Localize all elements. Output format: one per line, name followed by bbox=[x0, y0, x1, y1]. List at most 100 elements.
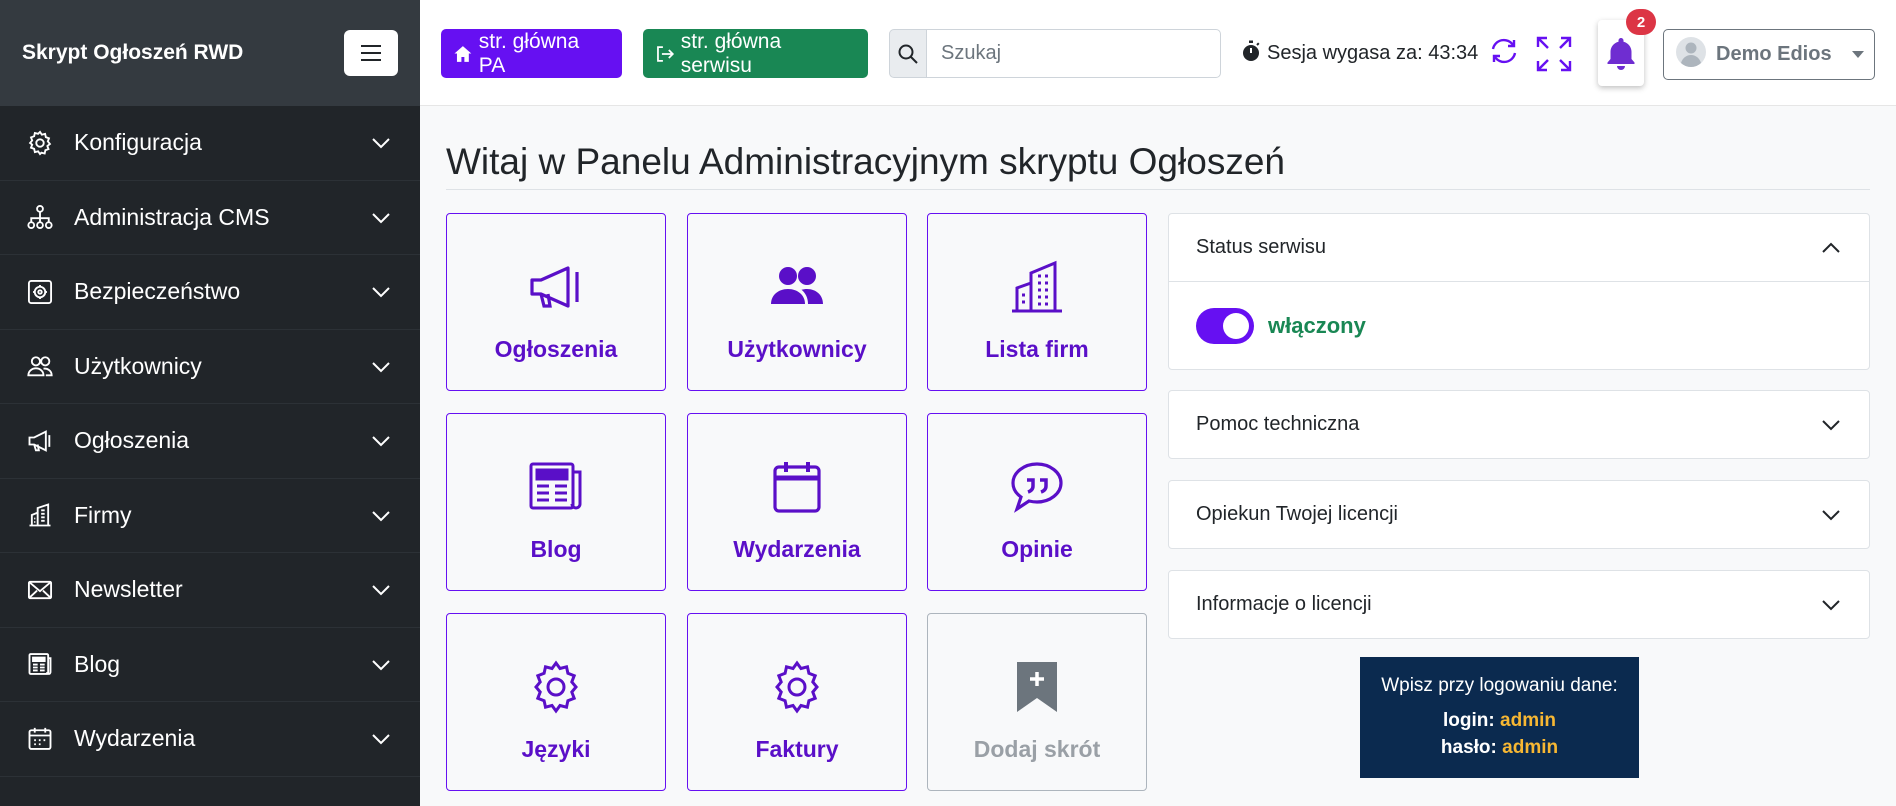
home-site-button[interactable]: str. główna serwisu bbox=[643, 29, 868, 78]
panel-title: Status serwisu bbox=[1196, 236, 1327, 258]
tile-label: Użytkownicy bbox=[727, 336, 867, 362]
hamburger-menu-button[interactable] bbox=[344, 30, 398, 76]
sidebar-item-newsletter[interactable]: Newsletter bbox=[0, 553, 420, 628]
panel-header[interactable]: Pomoc techniczna bbox=[1169, 391, 1869, 458]
home-site-label: str. główna serwisu bbox=[680, 29, 782, 77]
stopwatch-icon bbox=[1241, 40, 1261, 68]
newspaper-icon bbox=[528, 460, 584, 514]
shortcut-tile-opinie[interactable]: Opinie bbox=[927, 413, 1147, 591]
demo-login-info: Wpisz przy logowaniu dane: login: admin … bbox=[1360, 657, 1639, 778]
sidebar-item-blog[interactable]: Blog bbox=[0, 628, 420, 702]
buildings-icon bbox=[1009, 260, 1065, 314]
buildings-icon bbox=[26, 501, 54, 529]
shortcut-tile-ogloszenia[interactable]: Ogłoszenia bbox=[446, 213, 666, 391]
sidebar-item-ogloszenia[interactable]: Ogłoszenia bbox=[0, 404, 420, 479]
session-label: Sesja wygasa za: 43:34 bbox=[1267, 42, 1479, 64]
sidebar-item-label: Blog bbox=[74, 650, 121, 677]
envelope-icon bbox=[26, 576, 54, 604]
sidebar-item-bezpieczenstwo[interactable]: Bezpieczeństwo bbox=[0, 255, 420, 330]
user-dropdown[interactable]: Demo Edios bbox=[1663, 29, 1875, 80]
user-avatar-icon bbox=[1676, 36, 1706, 73]
sidebar-item-label: Ogłoszenia bbox=[74, 427, 190, 454]
panel-opiekun-licencji: Opiekun Twojej licencji bbox=[1168, 480, 1870, 549]
bell-icon bbox=[1607, 38, 1635, 70]
tile-label: Ogłoszenia bbox=[494, 336, 618, 362]
status-toggle[interactable] bbox=[1196, 307, 1254, 344]
sidebar-brand: Skrypt Ogłoszeń RWD bbox=[0, 0, 420, 106]
shortcut-tile-uzytkownicy[interactable]: Użytkownicy bbox=[687, 213, 907, 391]
shortcut-tile-lista-firm[interactable]: Lista firm bbox=[927, 213, 1147, 391]
safe-icon bbox=[26, 278, 54, 306]
panel-informacje-o-licencji: Informacje o licencji bbox=[1168, 570, 1870, 639]
home-pa-button[interactable]: str. główna PA bbox=[441, 29, 622, 78]
panel-header[interactable]: Opiekun Twojej licencji bbox=[1169, 481, 1869, 548]
users-icon bbox=[769, 260, 825, 314]
panel-header[interactable]: Status serwisu bbox=[1169, 214, 1869, 281]
chevron-up-icon bbox=[1822, 242, 1840, 253]
tile-label: Języki bbox=[521, 736, 591, 762]
gear-icon bbox=[769, 660, 825, 714]
megaphone-icon bbox=[26, 427, 54, 455]
sidebar-item-wydarzenia[interactable]: Wydarzenia bbox=[0, 702, 420, 777]
sidebar-item-konfiguracja[interactable]: Konfiguracja bbox=[0, 106, 420, 181]
tile-label: Opinie bbox=[1001, 536, 1073, 562]
login-hint: Wpisz przy logowaniu dane: bbox=[1381, 675, 1618, 696]
chevron-down-icon bbox=[1822, 509, 1840, 520]
gear-icon bbox=[26, 129, 54, 157]
refresh-icon[interactable] bbox=[1484, 37, 1520, 71]
home-pa-label: str. główna PA bbox=[478, 29, 580, 77]
sidebar-item-uzytkownicy[interactable]: Użytkownicy bbox=[0, 330, 420, 404]
sidebar: Skrypt Ogłoszeń RWD Konfiguracja Adminis… bbox=[0, 0, 420, 806]
sidebar-item-label: Użytkownicy bbox=[74, 352, 202, 379]
panel-pomoc-techniczna: Pomoc techniczna bbox=[1168, 390, 1870, 459]
panel-status-serwisu: Status serwisu włączony bbox=[1168, 213, 1870, 370]
shortcut-tile-dodaj-skrot[interactable]: Dodaj skrót bbox=[927, 613, 1147, 791]
password-line: hasło: admin bbox=[1360, 734, 1639, 761]
tile-label: Wydarzenia bbox=[733, 536, 861, 562]
sidebar-item-administracja-cms[interactable]: Administracja CMS bbox=[0, 181, 420, 255]
chevron-down-icon bbox=[370, 204, 392, 231]
login-label: login: bbox=[1443, 710, 1495, 731]
login-value: admin bbox=[1500, 710, 1556, 731]
sidebar-item-firmy[interactable]: Firmy bbox=[0, 479, 420, 553]
chevron-down-icon bbox=[370, 278, 392, 305]
session-timer: Sesja wygasa za: 43:34 bbox=[1241, 29, 1520, 78]
shortcut-tile-faktury[interactable]: Faktury bbox=[687, 613, 907, 791]
gear-icon bbox=[528, 660, 584, 714]
chevron-down-icon bbox=[370, 427, 392, 454]
brand-title[interactable]: Skrypt Ogłoszeń RWD bbox=[22, 41, 243, 65]
search-input[interactable] bbox=[926, 29, 1221, 78]
calendar-icon bbox=[26, 725, 54, 753]
page-title: Witaj w Panelu Administracyjnym skryptu … bbox=[446, 141, 1285, 182]
users-icon bbox=[26, 352, 54, 380]
user-name: Demo Edios bbox=[1716, 43, 1832, 65]
shortcut-tile-jezyki[interactable]: Języki bbox=[446, 613, 666, 791]
panel-header[interactable]: Informacje o licencji bbox=[1169, 571, 1869, 638]
sidebar-item-label: Konfiguracja bbox=[74, 129, 202, 156]
chevron-down-icon bbox=[1822, 419, 1840, 430]
status-toggle-label: włączony bbox=[1268, 312, 1366, 338]
tile-label: Blog bbox=[530, 536, 582, 562]
chevron-down-icon bbox=[370, 129, 392, 156]
login-line: login: admin bbox=[1360, 707, 1639, 734]
password-label: hasło: bbox=[1440, 737, 1497, 758]
sidebar-item-label: Wydarzenia bbox=[74, 725, 196, 752]
chevron-down-icon bbox=[370, 725, 392, 752]
sidebar-item-label: Bezpieczeństwo bbox=[74, 278, 241, 305]
tile-label: Faktury bbox=[755, 736, 839, 762]
topbar: str. główna PA str. główna serwisu Sesja… bbox=[420, 0, 1896, 106]
shortcut-tile-wydarzenia[interactable]: Wydarzenia bbox=[687, 413, 907, 591]
fullscreen-expand-icon[interactable] bbox=[1535, 35, 1573, 73]
title-divider bbox=[446, 189, 1870, 190]
panel-title: Informacje o licencji bbox=[1196, 593, 1372, 615]
shortcut-tile-blog[interactable]: Blog bbox=[446, 413, 666, 591]
newspaper-icon bbox=[26, 650, 54, 678]
hamburger-icon bbox=[361, 45, 381, 61]
calendar-icon bbox=[769, 460, 825, 514]
tile-label: Lista firm bbox=[985, 336, 1089, 362]
sidebar-item-label: Newsletter bbox=[74, 576, 183, 603]
panel-title: Pomoc techniczna bbox=[1196, 413, 1360, 435]
house-icon bbox=[454, 45, 472, 62]
search-icon[interactable] bbox=[889, 29, 926, 78]
sitemap-icon bbox=[26, 203, 54, 231]
